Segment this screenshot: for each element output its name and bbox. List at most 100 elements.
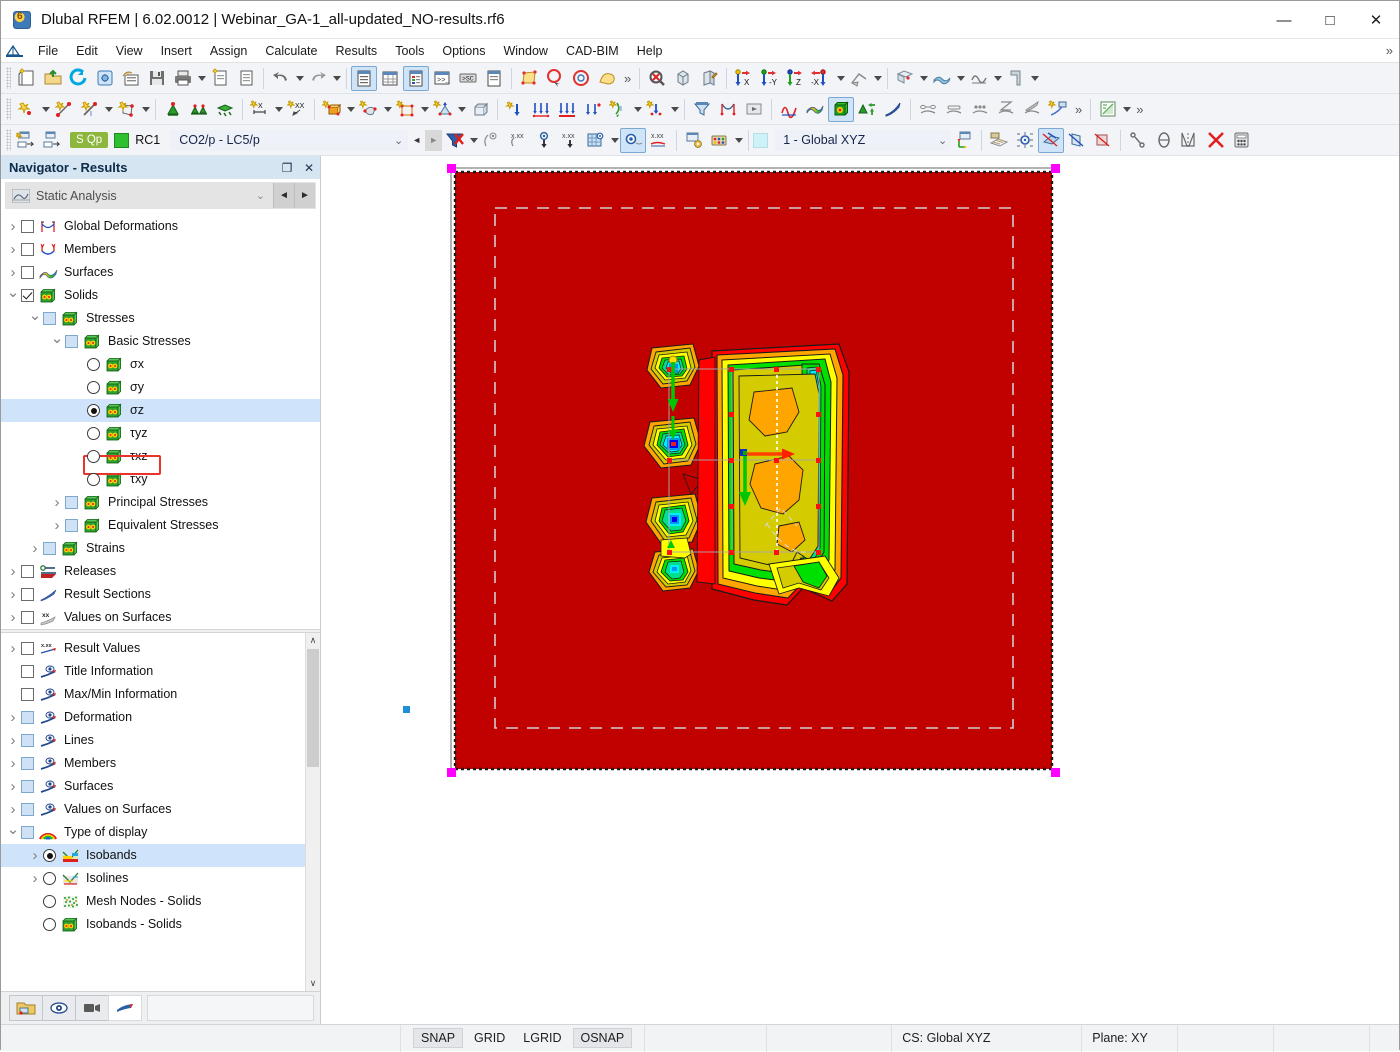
view-negy-button[interactable]: -Y <box>757 66 783 91</box>
tree-radio[interactable] <box>87 450 100 463</box>
new-line-button[interactable] <box>51 97 77 122</box>
tree-radio[interactable] <box>87 473 100 486</box>
dimension-button[interactable]: X <box>247 97 273 122</box>
grid-results-caret-icon[interactable] <box>609 128 620 153</box>
snap-settings-button[interactable] <box>1012 128 1038 153</box>
tree-item-xz[interactable]: τxz <box>1 445 320 468</box>
model-viewport[interactable]: +Z X Y <box>321 156 1399 1024</box>
open-model-button[interactable] <box>40 66 66 91</box>
tree-item-result-sections[interactable]: Result Sections <box>1 583 320 606</box>
tree-item-deformation[interactable]: Deformation <box>1 706 320 729</box>
menu-help[interactable]: Help <box>628 41 672 61</box>
print-dropdown-caret-icon[interactable] <box>196 66 207 91</box>
diagram-m-button[interactable] <box>967 97 993 122</box>
render-mode-button[interactable] <box>892 66 918 91</box>
tree-item-equivalent-stresses[interactable]: Equivalent Stresses <box>1 514 320 537</box>
undo-button[interactable] <box>268 66 294 91</box>
free-load-button[interactable] <box>580 97 606 122</box>
support-reactions-button[interactable] <box>854 97 880 122</box>
menu-edit[interactable]: Edit <box>67 41 107 61</box>
tree-radio[interactable] <box>43 872 56 885</box>
tree-checkbox[interactable] <box>21 611 34 624</box>
tree-item-y[interactable]: σy <box>1 376 320 399</box>
results-navigator-button[interactable] <box>403 65 429 91</box>
tree-expander-icon[interactable] <box>5 261 21 284</box>
surface-load-button[interactable] <box>554 97 580 122</box>
toolbar-grip[interactable] <box>6 67 11 89</box>
open-recent-button[interactable] <box>66 66 92 91</box>
prev-load-case-button[interactable]: ◄ <box>408 130 425 151</box>
tree-item-principal-stresses[interactable]: Principal Stresses <box>1 491 320 514</box>
grid-results-button[interactable] <box>583 128 609 153</box>
menu-overflow-chevron-icon[interactable]: » <box>1386 43 1393 58</box>
analysis-type-combo[interactable]: Static Analysis ⌄ ◄ ► <box>5 182 316 209</box>
tree-checkbox[interactable] <box>21 243 34 256</box>
scrollbar-thumb[interactable] <box>307 649 319 767</box>
new-solid-button[interactable] <box>319 97 345 122</box>
show-all-button[interactable] <box>670 66 696 91</box>
print-button[interactable] <box>170 66 196 91</box>
chevron-down-icon[interactable]: ⌄ <box>256 189 273 202</box>
view-x-button[interactable]: X <box>731 66 757 91</box>
undo-dropdown-caret-icon[interactable] <box>294 66 305 91</box>
snap-toggle[interactable]: SNAP <box>413 1028 464 1048</box>
tree-item-basic-stresses[interactable]: Basic Stresses <box>1 330 320 353</box>
tree-item-xy[interactable]: τxy <box>1 468 320 491</box>
tree-checkbox[interactable] <box>21 266 34 279</box>
navigator-video-tab[interactable] <box>75 995 109 1021</box>
tree-checkbox[interactable] <box>21 220 34 233</box>
coordinate-system-status[interactable]: CS: Global XYZ <box>892 1024 1083 1052</box>
menu-results[interactable]: Results <box>327 41 387 61</box>
nodal-load-button[interactable] <box>502 97 528 122</box>
tree-expander-icon[interactable] <box>5 775 21 798</box>
tree-checkbox[interactable] <box>21 688 34 701</box>
minimize-button[interactable]: — <box>1261 1 1307 39</box>
tree-item-global-deformations[interactable]: Global Deformations <box>1 215 320 238</box>
tree-item-max-min-information[interactable]: Max/Min Information <box>1 683 320 706</box>
filter-objects-button[interactable] <box>689 97 715 122</box>
tree-expander-icon[interactable] <box>27 307 43 330</box>
document-button[interactable] <box>233 66 259 91</box>
tree-checkbox[interactable] <box>43 312 56 325</box>
tree-item-surfaces[interactable]: Surfaces <box>1 775 320 798</box>
tree-item-values-on-surfaces[interactable]: xx Values on Surfaces <box>1 606 320 629</box>
load-case-edit-button[interactable] <box>40 128 66 153</box>
tree-item-yz[interactable]: τyz <box>1 422 320 445</box>
redo-button[interactable] <box>305 66 331 91</box>
show-min-max-button[interactable] <box>531 128 557 153</box>
imperfection-button[interactable]: I <box>606 97 632 122</box>
tree-expander-icon[interactable] <box>27 844 43 867</box>
member-dropdown-caret-icon[interactable] <box>103 97 114 122</box>
tree-item-members[interactable]: Members <box>1 238 320 261</box>
report-list-button[interactable] <box>481 66 507 91</box>
clear-results-caret-icon[interactable] <box>468 128 479 153</box>
diagram-section-button[interactable] <box>1019 97 1045 122</box>
menu-calculate[interactable]: Calculate <box>256 41 326 61</box>
tree-expander-icon[interactable] <box>5 215 21 238</box>
plane-xy-button[interactable] <box>1038 127 1065 153</box>
toolbar2-overflow2-chevron-icon[interactable]: » <box>1132 102 1147 117</box>
tree-item-lines[interactable]: Lines <box>1 729 320 752</box>
tree-expander-icon[interactable] <box>5 606 21 629</box>
tree-checkbox[interactable] <box>21 711 34 724</box>
load-combination-combo[interactable]: CO2/p - LC5/p ⌄ <box>170 129 409 151</box>
navigator-results-tab[interactable] <box>108 995 142 1021</box>
new-result-diagram-button[interactable] <box>1045 97 1071 122</box>
tree-expander-icon[interactable] <box>27 537 43 560</box>
navigator-view-tab[interactable] <box>42 995 76 1021</box>
printout-report-button[interactable] <box>207 66 233 91</box>
tree-expander-icon[interactable] <box>5 560 21 583</box>
surface-support-button[interactable] <box>212 97 238 122</box>
tree-item-strains[interactable]: Strains <box>1 537 320 560</box>
osnap-toggle[interactable]: OSNAP <box>572 1028 633 1048</box>
results-tree-lower[interactable]: x.xx Result Values Title Information Max/Mi… <box>1 633 320 991</box>
analysis-next-button[interactable]: ► <box>294 183 315 208</box>
toolbar-grip[interactable] <box>6 129 11 151</box>
toolbar-grip[interactable] <box>6 98 11 120</box>
perspective-button[interactable] <box>846 66 872 91</box>
zoom-reset-button[interactable] <box>644 66 670 91</box>
tree-item-solids[interactable]: Solids <box>1 284 320 307</box>
tree-checkbox[interactable] <box>21 588 34 601</box>
tree-expander-icon[interactable] <box>49 491 65 514</box>
tree-radio[interactable] <box>43 849 56 862</box>
